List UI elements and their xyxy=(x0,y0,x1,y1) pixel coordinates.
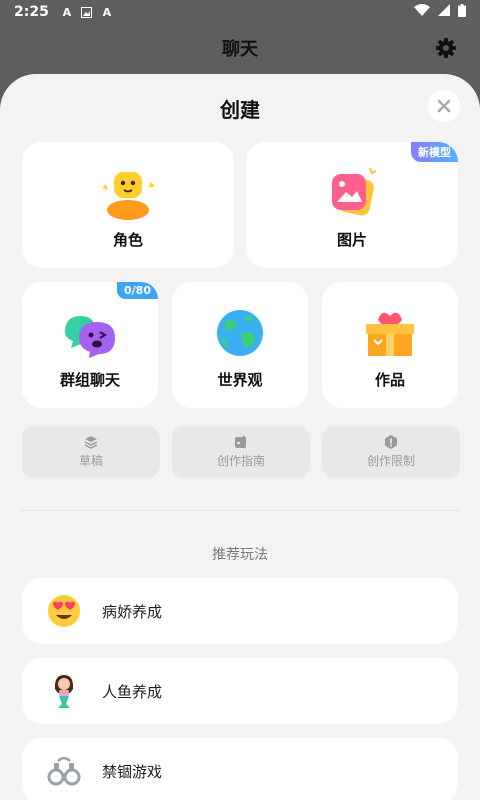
card-label: 群组聊天 xyxy=(59,371,120,389)
page-title: 聊天 xyxy=(222,39,258,60)
handcuffs-icon xyxy=(47,756,81,786)
guide-icon xyxy=(235,435,247,448)
recommendation-item[interactable]: 人鱼养成 xyxy=(22,658,458,724)
creation-guide-button[interactable]: 创作指南 xyxy=(172,426,310,478)
card-worldview[interactable]: 世界观 xyxy=(172,282,308,408)
tool-label: 创作限制 xyxy=(366,454,415,468)
warning-icon xyxy=(385,435,397,449)
group-count-badge: 0/80 xyxy=(117,282,158,299)
gear-icon[interactable] xyxy=(434,36,458,60)
mermaid-icon xyxy=(54,675,74,708)
card-label: 图片 xyxy=(336,231,367,249)
heart-eyes-emoji-icon xyxy=(48,595,80,627)
a-icon: A xyxy=(102,5,112,19)
card-label: 作品 xyxy=(374,371,405,389)
recommendation-label: 病娇养成 xyxy=(102,602,163,621)
card-group-chat[interactable]: 0/80 群组聊天 xyxy=(22,282,158,408)
recommendation-label: 禁锢游戏 xyxy=(102,762,163,781)
status-time: 2:25 xyxy=(14,4,49,20)
close-button[interactable] xyxy=(428,90,460,122)
section-title: 推荐玩法 xyxy=(212,547,268,563)
creation-limits-button[interactable]: 创作限制 xyxy=(322,426,460,478)
notification-icons: A A xyxy=(61,5,113,19)
app-header: 聊天 xyxy=(0,24,480,72)
status-bar: 2:25 A A xyxy=(0,0,480,24)
wifi-icon xyxy=(414,4,430,20)
character-emoji-icon xyxy=(102,172,155,220)
card-character[interactable]: 角色 xyxy=(22,142,234,268)
group-chat-icon xyxy=(65,316,115,358)
recommendation-item[interactable]: 病娇养成 xyxy=(22,578,458,644)
recommendation-label: 人鱼养成 xyxy=(102,682,163,701)
tool-label: 创作指南 xyxy=(216,454,265,468)
drafts-button[interactable]: 草稿 xyxy=(22,426,160,478)
new-model-badge: 新模型 xyxy=(411,142,458,162)
signal-icon xyxy=(438,4,450,20)
divider xyxy=(20,510,460,511)
card-works[interactable]: 作品 xyxy=(322,282,458,408)
battery-icon xyxy=(458,3,466,21)
image-gallery-icon xyxy=(332,168,377,216)
close-icon xyxy=(437,99,451,113)
globe-icon xyxy=(217,310,263,356)
sheet-title: 创建 xyxy=(220,98,260,122)
recommendation-item[interactable]: 禁锢游戏 xyxy=(22,738,458,800)
tool-label: 草稿 xyxy=(78,454,103,468)
card-image[interactable]: 新模型 图片 xyxy=(246,142,458,268)
card-label: 世界观 xyxy=(217,371,263,389)
gift-box-icon xyxy=(366,312,414,356)
image-icon xyxy=(81,6,93,18)
create-sheet: 创建 角色 新模型 图片 0/80 群组聊天 世界观 作品 草稿 创作指南 创作… xyxy=(0,74,480,800)
card-label: 角色 xyxy=(112,231,143,249)
layers-icon xyxy=(84,436,98,449)
a-icon: A xyxy=(62,5,72,19)
